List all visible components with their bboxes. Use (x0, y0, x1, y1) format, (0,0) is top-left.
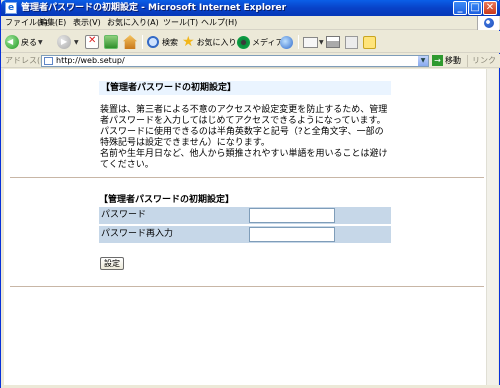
page-heading: 【管理者パスワードの初期設定】 (99, 81, 391, 95)
address-dropdown-icon[interactable]: ▼ (418, 56, 428, 66)
forward-dropdown-icon[interactable]: ▼ (74, 39, 79, 46)
messenger-icon (363, 35, 376, 49)
description-line: パスワードに使用できるのは半角英数字と記号（?と全角文字、一部の特殊記号は設定で… (100, 127, 384, 148)
print-icon (326, 36, 340, 48)
links-button[interactable]: リンク (467, 55, 496, 67)
toolbar: 戻る ▼ ▼ 検索 ★ お気に入り メディア (1, 31, 500, 53)
description-line: 装置は、第三者による不意のアクセスや設定変更を防止するため、管理者パスワードを入… (100, 105, 388, 126)
submit-button[interactable]: 設定 (100, 257, 124, 270)
windows-logo-icon (477, 16, 499, 30)
refresh-icon (104, 35, 118, 49)
menu-bar: ファイル(F) 編集(E) 表示(V) お気に入り(A) ツール(T) ヘルプ(… (1, 16, 500, 30)
divider (10, 177, 484, 178)
password-input[interactable] (249, 208, 335, 223)
go-label: 移動 (445, 56, 461, 65)
go-button[interactable]: → 移動 (432, 55, 461, 66)
minimize-button[interactable]: _ (453, 1, 467, 15)
page-icon (44, 57, 53, 65)
ie-icon: e (5, 2, 17, 14)
password-label: パスワード (101, 210, 147, 220)
title-bar[interactable]: e 管理者パスワードの初期設定 - Microsoft Internet Exp… (1, 0, 500, 16)
window-title: 管理者パスワードの初期設定 - Microsoft Internet Explo… (21, 3, 287, 13)
address-input[interactable]: http://web.setup/ ▼ (41, 55, 429, 67)
address-bar: アドレス(D) http://web.setup/ ▼ → 移動 リンク (1, 54, 500, 68)
close-button[interactable]: ✕ (483, 1, 497, 15)
maximize-button[interactable]: □ (468, 1, 482, 15)
history-button[interactable] (280, 34, 293, 50)
media-label: メディア (252, 37, 284, 47)
menu-tools[interactable]: ツール(T) (163, 17, 198, 29)
toolbar-separator (298, 35, 299, 49)
menu-help[interactable]: ヘルプ(H) (201, 17, 237, 29)
password-confirm-row: パスワード再入力 (99, 226, 391, 243)
back-arrow-icon (5, 35, 19, 49)
stop-icon (85, 35, 99, 49)
messenger-button[interactable] (363, 34, 376, 50)
refresh-button[interactable] (104, 34, 120, 50)
home-button[interactable] (123, 34, 139, 50)
edit-button[interactable] (345, 34, 358, 50)
menu-favorites[interactable]: お気に入り(A) (107, 17, 159, 29)
page-content: 【管理者パスワードの初期設定】 装置は、第三者による不意のアクセスや設定変更を防… (4, 69, 486, 385)
search-label: 検索 (162, 37, 178, 47)
divider (10, 286, 484, 287)
toolbar-separator (142, 35, 143, 49)
search-icon (147, 36, 159, 48)
browser-window: e 管理者パスワードの初期設定 - Microsoft Internet Exp… (0, 0, 500, 388)
password-confirm-label: パスワード再入力 (101, 229, 174, 239)
forward-button[interactable]: ▼ (57, 34, 79, 50)
form-heading: 【管理者パスワードの初期設定】 (99, 195, 235, 205)
back-label: 戻る (21, 37, 37, 47)
history-icon (280, 35, 293, 49)
star-icon: ★ (182, 34, 195, 50)
address-url: http://web.setup/ (56, 56, 125, 65)
go-arrow-icon: → (432, 55, 443, 66)
back-dropdown-icon[interactable]: ▼ (38, 39, 43, 46)
forward-arrow-icon (57, 35, 71, 49)
home-icon (123, 35, 137, 49)
scrollbar[interactable] (486, 69, 498, 385)
password-confirm-input[interactable] (249, 227, 335, 242)
media-icon (237, 35, 250, 49)
description: 装置は、第三者による不意のアクセスや設定変更を防止するため、管理者パスワードを入… (100, 105, 392, 171)
stop-button[interactable] (85, 34, 101, 50)
password-row: パスワード (99, 207, 391, 224)
mail-button[interactable]: ▼ (303, 34, 324, 50)
edit-icon (345, 35, 358, 49)
favorites-label: お気に入り (196, 37, 237, 47)
menu-edit[interactable]: 編集(E) (39, 17, 66, 29)
mail-icon (303, 36, 318, 48)
mail-dropdown-icon[interactable]: ▼ (319, 39, 324, 46)
description-line: 名前や生年月日など、他人から類推されやすい単語を用いることは避けてください。 (100, 149, 388, 170)
search-button[interactable]: 検索 (147, 34, 178, 50)
favorites-button[interactable]: ★ お気に入り (182, 34, 237, 50)
menu-view[interactable]: 表示(V) (73, 17, 101, 29)
back-button[interactable]: 戻る ▼ (5, 34, 43, 50)
print-button[interactable] (326, 34, 340, 50)
media-button[interactable]: メディア (237, 34, 283, 50)
